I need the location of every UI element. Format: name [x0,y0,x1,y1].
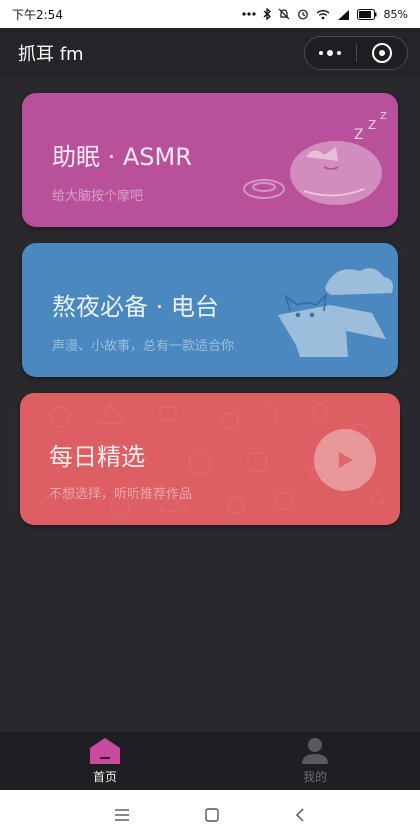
card-daily-picks[interactable]: 每日精选 不想选择，听听推荐作品 [20,393,400,525]
tab-label: 首页 [92,770,117,784]
home-icon [90,738,120,764]
more-dots-icon [319,50,342,56]
alarm-icon [297,8,309,20]
card-title: 助眠 · ASMR [52,143,192,171]
tab-me[interactable]: 我的 [210,732,420,790]
mute-icon [278,8,290,20]
close-target-icon [371,43,392,63]
tab-home[interactable]: 首页 [0,732,210,790]
card-title: 熬夜必备 · 电台 [52,293,219,321]
status-bar: 下午2:54 85% [0,0,420,28]
main-content: 助眠 · ASMR 给大脑按个摩吧 Z Z Z 熬夜必备 · 电台 声漫、小故事… [0,78,420,732]
sleeping-cat-icon: Z Z Z [243,111,387,205]
status-time: 下午2:54 [12,7,63,22]
card-title: 每日精选 [49,443,145,471]
close-button[interactable] [357,37,408,69]
mini-program-capsule [304,36,408,70]
battery-percent: 85% [383,7,408,21]
card-radio[interactable]: 熬夜必备 · 电台 声漫、小故事，总有一款适合你 [22,243,398,377]
home-square-icon[interactable] [205,808,219,822]
svg-text:Z: Z [354,127,364,143]
dots-icon [241,12,256,16]
bluetooth-icon [263,8,271,20]
card-subtitle: 声漫、小故事，总有一款适合你 [52,339,235,354]
signal-icon [337,9,350,20]
card-asmr[interactable]: 助眠 · ASMR 给大脑按个摩吧 Z Z Z [22,93,398,227]
play-icon [339,452,353,468]
card-subtitle: 不想选择，听听推荐作品 [49,487,193,502]
battery-icon [356,8,377,20]
more-button[interactable] [305,37,356,69]
nav-bar: 抓耳 fm [0,28,420,78]
svg-text:Z: Z [380,111,387,122]
wifi-icon [316,9,330,20]
page-title: 抓耳 fm [18,44,84,65]
status-icons: 85% [241,7,408,21]
back-icon[interactable] [295,808,305,822]
system-nav-bar [0,790,420,840]
tab-bar: 首页 我的 [0,732,420,790]
play-button[interactable] [314,429,376,491]
tab-label: 我的 [302,770,327,784]
svg-text:Z: Z [368,118,376,132]
menu-icon[interactable] [115,809,129,821]
card-subtitle: 给大脑按个摩吧 [52,189,144,204]
user-icon [302,738,328,764]
cat-in-box-icon [278,268,393,357]
